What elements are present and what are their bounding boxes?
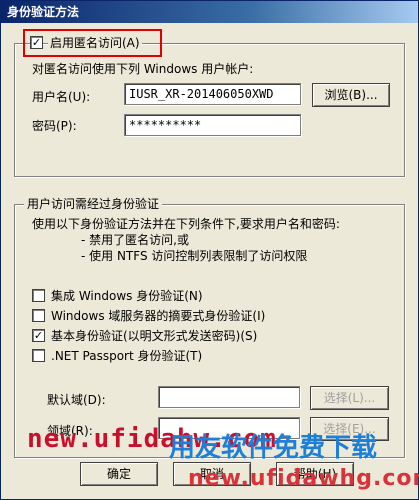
auth-group-title: 用户访问需经过身份验证 (24, 197, 163, 211)
integrated-windows-checkbox[interactable] (32, 289, 45, 302)
password-field[interactable]: ********** (124, 114, 301, 136)
highlight-box (23, 29, 162, 57)
digest-auth-checkbox[interactable] (32, 309, 45, 322)
auth-description-2: - 禁用了匿名访问,或 (81, 233, 189, 247)
auth-description-1: 使用以下身份验证方法并在下列条件下,要求用户名和密码: (32, 217, 340, 231)
username-field[interactable]: IUSR_XR-201406050XWD (124, 83, 301, 105)
browse-button[interactable]: 浏览(B)... (312, 83, 390, 107)
auth-description-3: - 使用 NTFS 访问控制列表限制了访问权限 (81, 249, 308, 263)
select-domain-button[interactable]: 选择(L)... (310, 386, 389, 410)
basic-auth-checkbox[interactable]: ✓ (32, 329, 45, 342)
anonymous-description: 对匿名访问使用下列 Windows 用户帐户: (32, 62, 254, 76)
password-label: 密码(P): (32, 119, 77, 133)
username-label: 用户名(U): (32, 90, 91, 104)
dialog-title: 身份验证方法 (1, 1, 418, 23)
basic-auth-label[interactable]: 基本身份验证(以明文形式发送密码)(S) (51, 329, 257, 343)
default-domain-field[interactable] (158, 386, 300, 408)
digest-auth-label[interactable]: Windows 域服务器的摘要式身份验证(I) (51, 309, 265, 323)
passport-auth-checkbox[interactable] (32, 349, 45, 362)
watermark-url-2: new.ufidawhg.com (188, 466, 419, 491)
auth-dialog: 身份验证方法 ✓ 启用匿名访问(A) 对匿名访问使用下列 Windows 用户帐… (0, 0, 419, 500)
integrated-windows-label[interactable]: 集成 Windows 身份验证(N) (51, 289, 203, 303)
default-domain-label: 默认域(D): (47, 393, 106, 407)
watermark-text: 用友软件免费下载 (169, 433, 378, 463)
passport-auth-label[interactable]: .NET Passport 身份验证(T) (51, 349, 202, 363)
ok-button[interactable]: 确定 (80, 462, 158, 486)
